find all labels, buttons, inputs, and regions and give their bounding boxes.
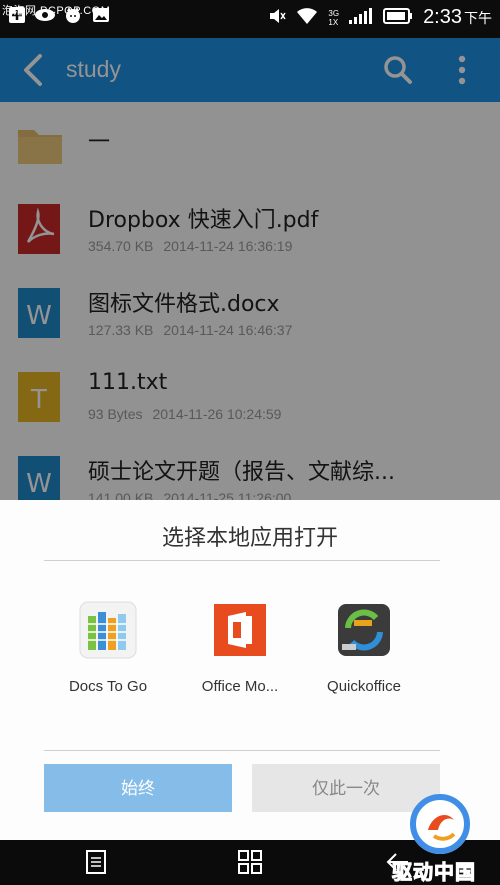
clock-ampm: 下午	[464, 11, 492, 27]
site-logo: 驱动中国	[390, 790, 500, 885]
mute-icon	[268, 7, 287, 29]
app-label: Docs To Go	[68, 678, 148, 695]
signal-icon	[349, 7, 373, 28]
open-with-dialog: 选择本地应用打开 Docs To Go Office Mo... Quickof…	[0, 500, 500, 840]
app-option-office-mobile[interactable]: Office Mo...	[180, 600, 300, 695]
app-label: Office Mo...	[201, 678, 279, 695]
clock: 2:33 下午	[423, 6, 492, 29]
app-label: Quickoffice	[327, 678, 401, 695]
home-nav-icon[interactable]	[236, 848, 264, 876]
network-bottom-label: 1X	[328, 17, 339, 27]
logo-emblem-icon	[410, 794, 470, 854]
status-bar: 泡泡网 PCPOP.COM 3G 1X 2:33 下午	[0, 0, 500, 38]
title-divider	[44, 560, 440, 561]
dim-overlay[interactable]	[0, 38, 500, 500]
network-top-label: 3G	[328, 8, 340, 18]
network-type: 3G 1X	[328, 9, 339, 27]
wifi-icon	[296, 7, 318, 29]
logo-text: 驱动中国	[392, 860, 476, 885]
quickoffice-icon	[334, 600, 394, 660]
dialog-title: 选择本地应用打开	[161, 526, 338, 551]
menu-nav-icon[interactable]	[82, 848, 110, 876]
docs-to-go-icon	[78, 600, 138, 660]
office-mobile-icon	[210, 600, 270, 660]
watermark-text: 泡泡网 PCPOP.COM	[2, 5, 111, 17]
buttons-divider	[44, 750, 440, 751]
always-button[interactable]: 始终	[44, 764, 232, 812]
app-option-docs-to-go[interactable]: Docs To Go	[48, 600, 168, 695]
android-screen: 泡泡网 PCPOP.COM 3G 1X 2:33 下午 study 一 Drop…	[0, 0, 500, 885]
app-option-quickoffice[interactable]: Quickoffice	[304, 600, 424, 695]
system-status: 3G 1X 2:33 下午	[268, 6, 492, 29]
clock-time: 2:33	[423, 6, 462, 28]
battery-icon	[383, 7, 413, 28]
